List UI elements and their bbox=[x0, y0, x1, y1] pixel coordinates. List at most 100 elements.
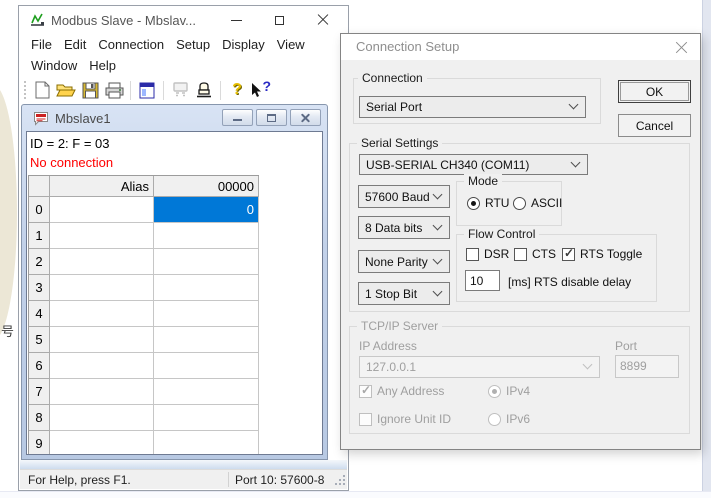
alias-cell[interactable] bbox=[50, 431, 154, 455]
menu-item-view[interactable]: View bbox=[271, 34, 311, 55]
menu-row-2: WindowHelp bbox=[19, 55, 348, 76]
status-bar: For Help, press F1. Port 10: 57600-8 bbox=[20, 469, 347, 489]
register-cell[interactable] bbox=[154, 353, 259, 379]
child-minimize-button[interactable] bbox=[222, 109, 253, 126]
row-header-cell[interactable]: 1 bbox=[29, 223, 50, 249]
row-header-cell[interactable]: 4 bbox=[29, 301, 50, 327]
close-button[interactable] bbox=[301, 6, 344, 34]
alias-cell[interactable] bbox=[50, 197, 154, 223]
save-icon[interactable] bbox=[80, 80, 100, 100]
ascii-radio-label: ASCII bbox=[531, 196, 562, 210]
port-label: Port bbox=[615, 339, 637, 353]
toolbar-grip[interactable] bbox=[24, 81, 26, 99]
rts-delay-input[interactable] bbox=[465, 270, 500, 291]
chevron-down-icon bbox=[571, 157, 581, 167]
menu-item-setup[interactable]: Setup bbox=[170, 34, 216, 55]
radio-icon bbox=[513, 197, 526, 210]
rtu-radio[interactable]: RTU bbox=[467, 196, 509, 210]
menu-item-edit[interactable]: Edit bbox=[58, 34, 92, 55]
new-document-icon[interactable] bbox=[32, 80, 52, 100]
serial-port-combo[interactable]: USB-SERIAL CH340 (COM11) bbox=[359, 154, 588, 175]
register-column-header[interactable]: 00000 bbox=[154, 176, 259, 197]
menu-item-window[interactable]: Window bbox=[25, 55, 83, 76]
table-row: 8 bbox=[29, 405, 259, 431]
rts-delay-label: [ms] RTS disable delay bbox=[508, 275, 631, 289]
print-icon[interactable] bbox=[104, 80, 124, 100]
alias-cell[interactable] bbox=[50, 301, 154, 327]
register-cell[interactable] bbox=[154, 405, 259, 431]
alias-column-header[interactable]: Alias bbox=[50, 176, 154, 197]
mdi-bottom-frame bbox=[20, 460, 347, 469]
alias-cell[interactable] bbox=[50, 223, 154, 249]
alias-cell[interactable] bbox=[50, 249, 154, 275]
register-cell[interactable] bbox=[154, 431, 259, 455]
cancel-button[interactable]: Cancel bbox=[618, 114, 691, 137]
register-cell[interactable] bbox=[154, 223, 259, 249]
radio-icon bbox=[488, 413, 501, 426]
ascii-radio[interactable]: ASCII bbox=[513, 196, 562, 210]
checkbox-icon bbox=[359, 413, 372, 426]
register-cell[interactable] bbox=[154, 249, 259, 275]
toolbar-separator bbox=[220, 81, 221, 100]
ipv4-radio-label: IPv4 bbox=[506, 384, 530, 398]
table-row: 3 bbox=[29, 275, 259, 301]
context-help-icon[interactable] bbox=[251, 80, 271, 100]
row-header-cell[interactable]: 8 bbox=[29, 405, 50, 431]
table-row: 2 bbox=[29, 249, 259, 275]
parity-combo[interactable]: None Parity bbox=[358, 250, 450, 273]
ok-button[interactable]: OK bbox=[618, 80, 691, 103]
child-restore-button[interactable] bbox=[256, 109, 287, 126]
row-header-cell[interactable]: 7 bbox=[29, 379, 50, 405]
stop-bits-combo[interactable]: 1 Stop Bit bbox=[358, 282, 450, 305]
open-folder-icon[interactable] bbox=[56, 80, 76, 100]
row-header-cell[interactable]: 0 bbox=[29, 197, 50, 223]
stop-bits-value: 1 Stop Bit bbox=[365, 287, 417, 301]
row-header-cell[interactable]: 3 bbox=[29, 275, 50, 301]
menu-item-connection[interactable]: Connection bbox=[92, 34, 170, 55]
baud-rate-combo[interactable]: 57600 Baud bbox=[358, 185, 450, 208]
data-bits-combo[interactable]: 8 Data bits bbox=[358, 216, 450, 239]
minimize-button[interactable] bbox=[215, 6, 258, 34]
dsr-checkbox-label: DSR bbox=[484, 247, 509, 261]
menu-item-display[interactable]: Display bbox=[216, 34, 271, 55]
title-bar[interactable]: Modbus Slave - Mbslav... bbox=[19, 6, 348, 34]
help-icon[interactable] bbox=[227, 80, 247, 100]
checkbox-icon bbox=[466, 248, 479, 261]
alias-cell[interactable] bbox=[50, 405, 154, 431]
dialog-title-bar[interactable]: Connection Setup bbox=[341, 34, 700, 60]
alias-cell[interactable] bbox=[50, 327, 154, 353]
alias-cell[interactable] bbox=[50, 353, 154, 379]
corner-header-cell[interactable] bbox=[29, 176, 50, 197]
rts-toggle-checkbox[interactable]: RTS Toggle bbox=[562, 247, 642, 261]
connection-type-combo[interactable]: Serial Port bbox=[359, 96, 586, 118]
status-port-text: Port 10: 57600-8 bbox=[235, 473, 347, 487]
register-cell[interactable] bbox=[154, 301, 259, 327]
menu-item-help[interactable]: Help bbox=[83, 55, 122, 76]
register-cell[interactable] bbox=[154, 379, 259, 405]
alias-cell[interactable] bbox=[50, 379, 154, 405]
child-close-button[interactable] bbox=[290, 109, 321, 126]
maximize-button[interactable] bbox=[258, 6, 301, 34]
close-icon bbox=[317, 14, 329, 26]
poll-definition-icon[interactable] bbox=[170, 80, 190, 100]
cts-checkbox[interactable]: CTS bbox=[514, 247, 556, 261]
register-cell[interactable] bbox=[154, 327, 259, 353]
ip-address-label: IP Address bbox=[359, 339, 417, 353]
display-settings-icon[interactable] bbox=[137, 80, 157, 100]
dialog-close-button[interactable] bbox=[675, 41, 688, 54]
ip-address-combo: 127.0.0.1 bbox=[359, 356, 600, 378]
resize-grip[interactable] bbox=[335, 477, 345, 487]
row-header-cell[interactable]: 9 bbox=[29, 431, 50, 455]
alias-cell[interactable] bbox=[50, 275, 154, 301]
menu-item-file[interactable]: File bbox=[25, 34, 58, 55]
flow-control-group-label: Flow Control bbox=[464, 227, 539, 241]
row-header-cell[interactable]: 5 bbox=[29, 327, 50, 353]
selected-register-cell[interactable]: 0 bbox=[154, 197, 259, 223]
register-cell[interactable] bbox=[154, 275, 259, 301]
dsr-checkbox[interactable]: DSR bbox=[466, 247, 509, 261]
child-title-bar[interactable]: Mbslave1 bbox=[22, 105, 327, 131]
connection-setup-icon[interactable] bbox=[194, 80, 214, 100]
row-header-cell[interactable]: 6 bbox=[29, 353, 50, 379]
row-header-cell[interactable]: 2 bbox=[29, 249, 50, 275]
baud-rate-value: 57600 Baud bbox=[365, 190, 430, 204]
